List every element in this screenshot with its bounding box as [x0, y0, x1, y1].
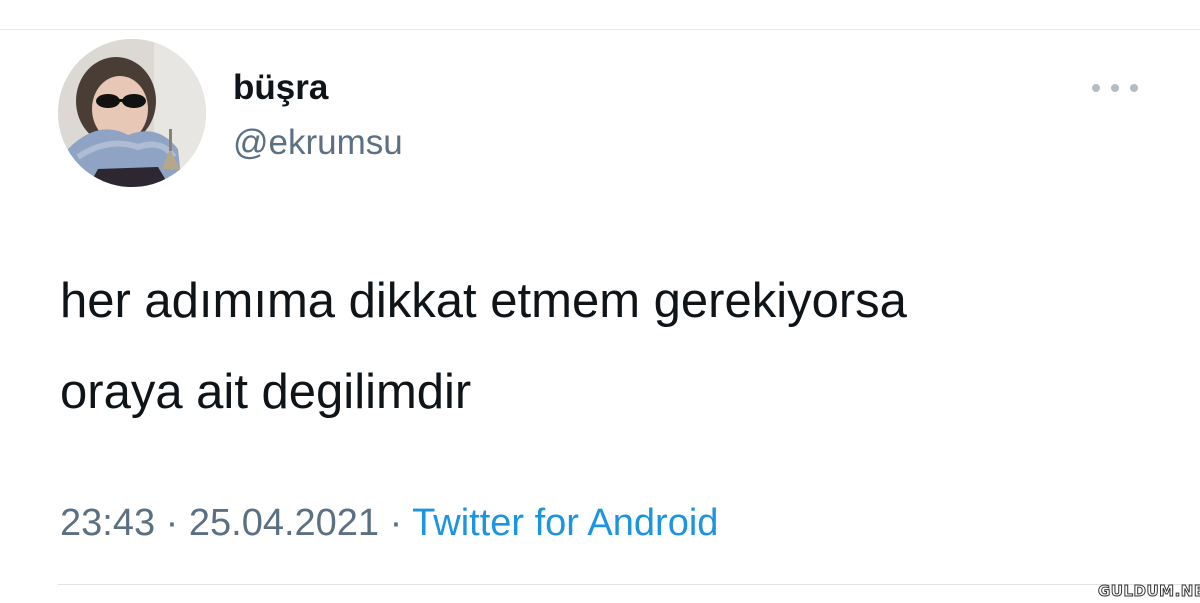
tweet-metadata: 23:43 · 25.04.2021 · Twitter for Android [60, 500, 718, 546]
avatar-image [58, 39, 206, 187]
tweet-text-line: oraya ait degilimdir [60, 365, 472, 419]
avatar[interactable] [58, 39, 206, 187]
tweet-time[interactable]: 23:43 [60, 502, 155, 544]
tweet-source-link[interactable]: Twitter for Android [412, 502, 718, 544]
author-handle[interactable]: @ekrumsu [233, 123, 403, 163]
bottom-divider [58, 584, 1200, 585]
tweet-text: her adımıma dikkat etmem gerekiyorsa ora… [60, 256, 1160, 438]
meta-separator: · [389, 502, 403, 544]
author-display-name[interactable]: büşra [233, 68, 328, 108]
tweet-date[interactable]: 25.04.2021 [189, 502, 379, 544]
more-horizontal-icon-dot [1111, 84, 1119, 92]
more-horizontal-icon-dot [1130, 84, 1138, 92]
top-divider [0, 29, 1200, 30]
site-watermark: GULDUM.NET [1097, 582, 1200, 601]
more-horizontal-icon [1092, 84, 1100, 92]
more-options-button[interactable] [1088, 76, 1142, 100]
meta-separator: · [165, 502, 179, 544]
tweet-text-line: her adımıma dikkat etmem gerekiyorsa [60, 274, 907, 328]
